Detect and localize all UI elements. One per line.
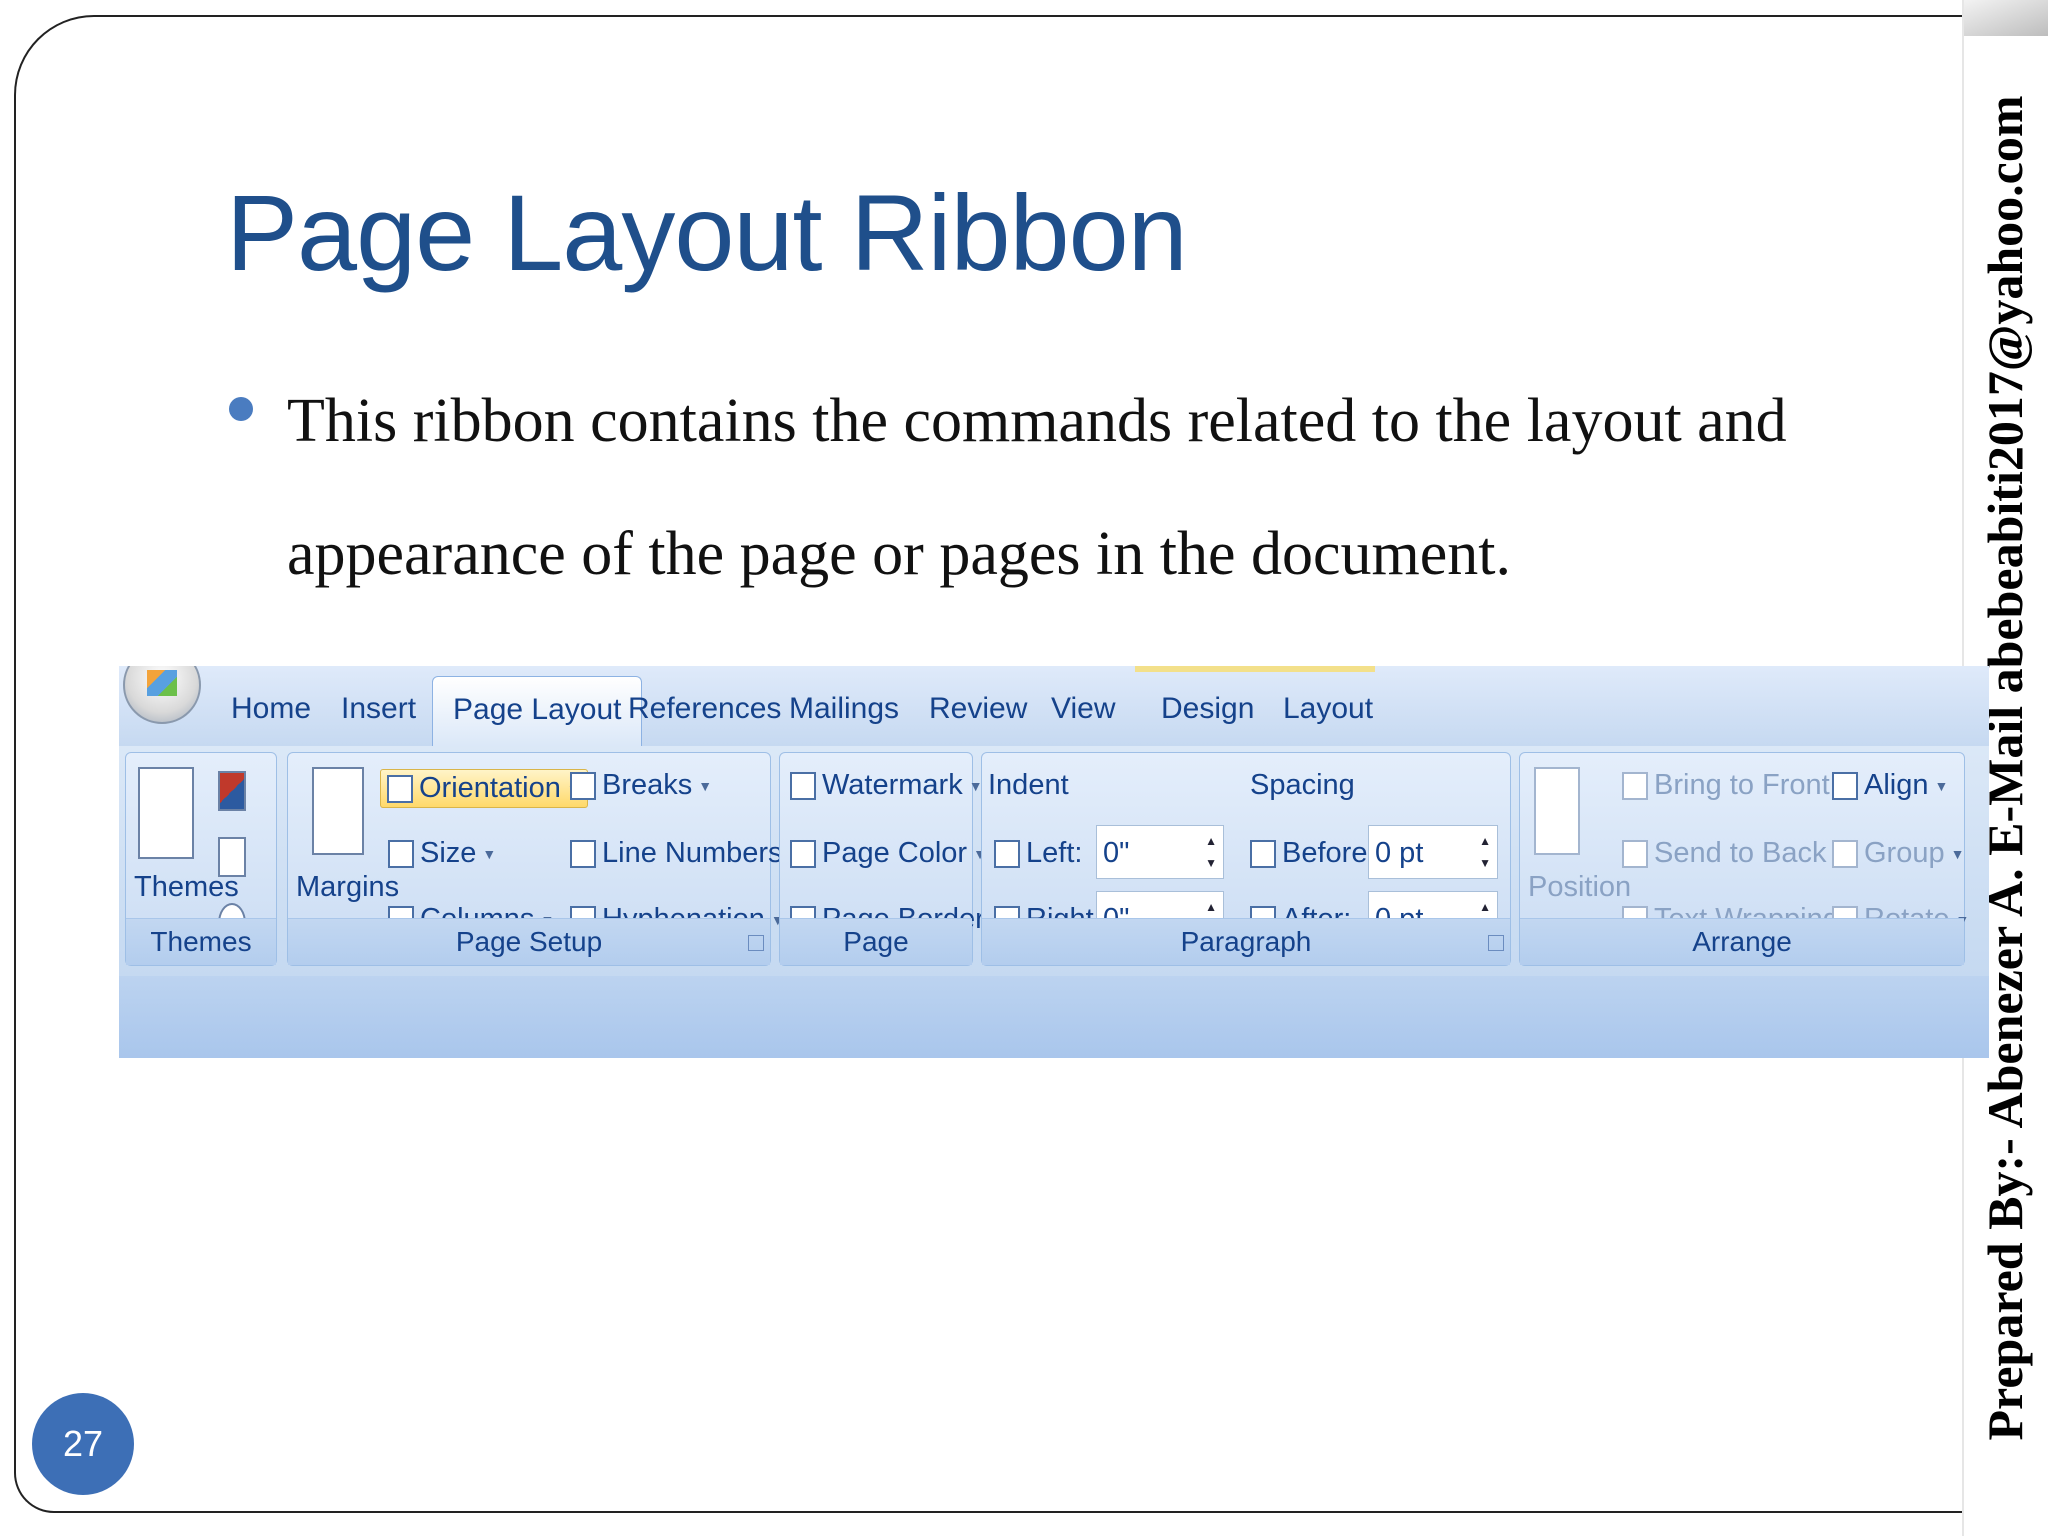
page-setup-group-label: Page Setup [288,918,770,965]
page-number-badge: 27 [32,1393,134,1495]
paragraph-group: Indent Left: 0"▲▼ Right: 0"▲▼ Spacing Be… [981,752,1511,966]
tab-review[interactable]: Review [929,692,1027,726]
indent-left-label: Left: [994,837,1082,870]
orientation-label: Orientation [419,772,561,804]
tab-view[interactable]: View [1051,692,1115,726]
ribbon-tab-bar: Home Insert Page Layout References Maili… [119,666,1989,747]
arrange-group: Position ▼ Bring to Front▼ Send to Back▼… [1519,752,1969,966]
align-button[interactable]: Align ▼ [1832,769,1948,802]
bullet-text: This ribbon contains the commands relate… [287,387,1787,588]
watermark-label: Watermark [822,769,963,801]
page-color-button[interactable]: Page Color▼ [790,837,987,870]
group-icon [1832,839,1858,868]
slide-title: Page Layout Ribbon [226,172,1188,293]
ribbon-bottom-bar [119,976,1989,1058]
align-caret-icon: ▼ [1934,777,1949,794]
paragraph-group-label: Paragraph [982,918,1510,965]
tab-insert[interactable]: Insert [341,692,416,726]
watermark-button[interactable]: Watermark ▼ [790,769,983,802]
orientation-highlight: Orientation ▼ [380,769,588,808]
line-numbers-button[interactable]: Line Numbers▼ [570,837,802,870]
page-fold [1964,0,2048,36]
office-button[interactable] [123,666,201,724]
tab-home[interactable]: Home [231,692,311,726]
bring-to-front-button[interactable]: Bring to Front▼ [1622,769,1850,802]
orientation-icon [387,774,413,803]
spacing-before-icon [1250,839,1276,868]
position-button[interactable]: Position [1528,871,1631,904]
size-button[interactable]: Size ▼ [388,837,496,870]
page-background-group-label: Page Background [780,918,972,1003]
send-to-back-button[interactable]: Send to Back▼ [1622,837,1846,870]
align-icon [1832,771,1858,800]
breaks-icon [570,771,596,800]
size-icon [388,839,414,868]
breaks-label: Breaks [602,769,693,801]
themes-group-label: Themes [126,918,276,965]
spacing-before-label: Before: [1250,837,1376,870]
spacing-heading: Spacing [1250,769,1355,801]
ribbon-groups: Themes ▼ Themes Margins ▼ Orientation ▼ … [119,746,1989,1003]
page-background-group: Watermark▼ Page Color▼ Page Borders Page… [779,752,999,1003]
tab-mailings[interactable]: Mailings [789,692,899,726]
bring-to-front-label: Bring to Front [1654,769,1830,801]
breaks-button[interactable]: Breaks ▼ [570,769,712,802]
size-label: Size [420,837,477,869]
tab-design[interactable]: Design [1161,692,1254,726]
tab-references[interactable]: References [628,692,781,726]
page-setup-launcher-icon[interactable] [748,935,764,951]
group-caret-icon: ▼ [1950,845,1965,862]
watermark-icon [790,771,816,800]
page-color-label: Page Color [822,837,968,869]
group-label: Group [1864,837,1945,869]
themes-group: Themes ▼ Themes [125,752,277,966]
send-to-back-label: Send to Back [1654,837,1827,869]
bring-to-front-icon [1622,771,1648,800]
themes-icon [138,767,194,859]
indent-left-spinner-icon[interactable]: ▲ ▼ [1205,830,1217,874]
theme-colors-icon[interactable] [218,771,246,811]
line-numbers-label: Line Numbers [602,837,783,869]
indent-left-text: Left: [1026,837,1083,869]
line-numbers-icon [570,839,596,868]
indent-left-icon [994,839,1020,868]
margins-button[interactable]: Margins [296,871,399,904]
ribbon-screenshot: Home Insert Page Layout References Maili… [119,666,1989,1058]
indent-heading: Indent [988,769,1069,801]
indent-left-input[interactable]: 0" ▲ ▼ [1096,825,1224,879]
group-button[interactable]: Group ▼ [1832,837,1964,870]
page-setup-group: Margins ▼ Orientation ▼ Size▼ Columns▼ B… [287,752,802,966]
size-caret-icon: ▼ [482,845,497,862]
paragraph-launcher-icon[interactable] [1488,935,1504,951]
spacing-before-input[interactable]: 0 pt ▲ ▼ [1368,825,1498,879]
theme-fonts-icon[interactable] [218,837,246,877]
orientation-button[interactable]: Orientation ▼ [380,769,588,808]
spacing-before-text: Before: [1282,837,1376,869]
contextual-tab-band [1135,666,1375,672]
margins-icon [312,767,364,855]
spacing-before-spinner-icon[interactable]: ▲ ▼ [1479,830,1491,874]
spacing-before-value: 0 pt [1375,837,1424,869]
page-color-icon [790,839,816,868]
indent-left-value: 0" [1103,837,1130,869]
bullet-dot-icon [229,397,253,421]
breaks-caret-icon: ▼ [698,777,713,794]
send-to-back-icon [1622,839,1648,868]
tab-layout[interactable]: Layout [1283,692,1373,726]
align-label: Align [1864,769,1929,801]
office-logo-icon [147,670,177,696]
arrange-group-label: Arrange [1520,918,1964,965]
tab-page-layout[interactable]: Page Layout [432,676,643,746]
position-icon [1534,767,1580,855]
